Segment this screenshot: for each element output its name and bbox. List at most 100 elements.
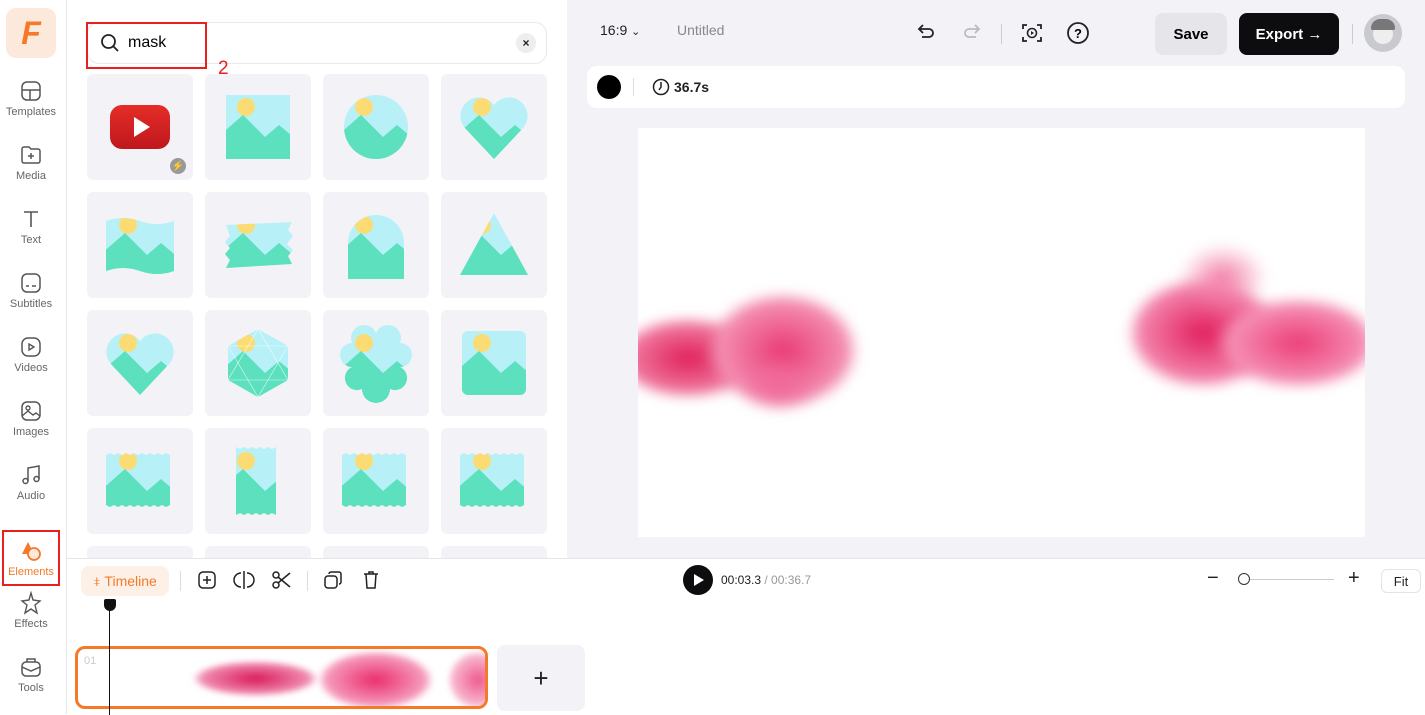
element-tile-youtube[interactable]: ⚡ — [87, 74, 193, 180]
elements-panel: × ⚡ — [67, 0, 567, 558]
avatar[interactable] — [1364, 14, 1402, 52]
elements-grid: ⚡ — [87, 74, 547, 558]
video-clip[interactable]: 01 — [75, 646, 488, 709]
project-title[interactable]: Untitled — [677, 22, 724, 38]
zoom-slider[interactable] — [1237, 573, 1334, 585]
premium-badge-icon: ⚡ — [170, 158, 186, 174]
brush-mask-icon — [225, 222, 293, 268]
torn-tall-mask-icon — [236, 447, 276, 515]
timeline-toggle-button[interactable]: ⧧ Timeline — [81, 566, 169, 596]
sidebar-item-label: Text — [20, 233, 42, 246]
element-tile-square[interactable] — [205, 74, 311, 180]
redo-icon[interactable] — [960, 21, 984, 45]
hexagon-mask-icon — [227, 328, 289, 398]
image-icon — [21, 400, 41, 421]
timeline-label: Timeline — [104, 573, 157, 589]
split-icon[interactable] — [233, 569, 255, 591]
aspect-ratio-dropdown[interactable]: 16:9 ⌄ — [600, 22, 640, 38]
aspect-ratio-value: 16:9 — [600, 22, 628, 38]
sidebar-item-effects[interactable]: Effects — [0, 582, 62, 638]
divider — [1001, 24, 1002, 44]
heart-mask-icon — [106, 333, 174, 396]
heart-mask-icon — [460, 97, 528, 160]
add-icon[interactable] — [196, 569, 218, 591]
top-bar: 16:9 ⌄ Untitled ? Save Export → — [567, 0, 1425, 66]
folder-plus-icon — [21, 145, 41, 164]
trash-icon[interactable] — [360, 569, 382, 591]
playhead-handle[interactable] — [104, 599, 116, 611]
duration-button[interactable]: 36.7s — [652, 78, 709, 96]
chevron-down-icon: ⌄ — [631, 26, 641, 38]
toolbox-icon — [21, 657, 41, 677]
timeline-icon: ⧧ — [93, 572, 101, 589]
sidebar-item-media[interactable]: Media — [0, 134, 62, 190]
app-logo[interactable]: F — [6, 8, 56, 58]
wave-mask-icon — [106, 218, 174, 274]
sidebar-item-label: Effects — [14, 617, 48, 630]
timeline-panel: ⧧ Timeline 00:03.3 / 00:36.7 − + Fit 01 + — [67, 558, 1425, 715]
zoom-out-button[interactable]: − — [1207, 567, 1219, 590]
zoom-in-button[interactable]: + — [1348, 567, 1360, 590]
undo-icon[interactable] — [914, 21, 938, 45]
element-tile-rounded-square[interactable] — [441, 310, 547, 416]
element-tile-torn[interactable] — [323, 428, 429, 534]
sidebar-item-templates[interactable]: Templates — [0, 70, 62, 126]
playhead-line — [109, 609, 110, 715]
element-tile-square[interactable] — [87, 546, 193, 558]
annotation-2: 2 — [218, 58, 229, 79]
clear-search-button[interactable]: × — [516, 33, 536, 53]
element-tile-square[interactable] — [441, 546, 547, 558]
export-button[interactable]: Export → — [1239, 13, 1339, 55]
element-tile-torn[interactable] — [87, 428, 193, 534]
play-button[interactable] — [683, 565, 713, 595]
element-tile-wave[interactable] — [87, 192, 193, 298]
sidebar-item-elements[interactable]: Elements — [2, 530, 60, 586]
element-tile-square[interactable] — [323, 546, 429, 558]
sparkle-icon — [20, 590, 42, 615]
clip-index: 01 — [84, 655, 97, 667]
square-mask-icon — [226, 95, 290, 159]
element-tile-hexagon[interactable] — [205, 310, 311, 416]
fit-button[interactable]: Fit — [1381, 569, 1421, 593]
torn-mask-icon — [342, 453, 406, 507]
element-tile-arch[interactable] — [323, 192, 429, 298]
circle-mask-icon — [344, 95, 408, 159]
sidebar-item-images[interactable]: Images — [0, 390, 62, 446]
duration-value: 36.7s — [674, 79, 710, 95]
flower-mask-icon — [340, 324, 412, 403]
music-icon — [22, 464, 40, 484]
element-tile-brush[interactable] — [205, 192, 311, 298]
element-tile-flower[interactable] — [323, 310, 429, 416]
sidebar-item-subtitles[interactable]: Subtitles — [0, 262, 62, 318]
playback-time: 00:03.3 / 00:36.7 — [721, 573, 811, 587]
duplicate-icon[interactable] — [322, 569, 344, 591]
element-tile-square[interactable] — [205, 546, 311, 558]
help-icon[interactable]: ? — [1066, 21, 1090, 45]
sidebar-item-audio[interactable]: Audio — [0, 454, 62, 510]
layout-icon — [21, 80, 41, 101]
zoom-slider-handle[interactable] — [1237, 573, 1250, 585]
save-button[interactable]: Save — [1155, 13, 1227, 55]
sidebar-item-label: Videos — [14, 361, 48, 374]
element-tile-heart[interactable] — [87, 310, 193, 416]
element-tile-heart[interactable] — [441, 74, 547, 180]
sidebar-item-label: Tools — [18, 681, 44, 694]
rounded-square-mask-icon — [462, 331, 526, 395]
element-tile-torn-tall[interactable] — [205, 428, 311, 534]
element-tile-triangle[interactable] — [441, 192, 547, 298]
element-tile-torn[interactable] — [441, 428, 547, 534]
sidebar-item-videos[interactable]: Videos — [0, 326, 62, 382]
add-clip-button[interactable]: + — [497, 645, 585, 711]
scissors-icon[interactable] — [271, 569, 293, 591]
arch-mask-icon — [348, 215, 404, 279]
element-tile-circle[interactable] — [323, 74, 429, 180]
total-time: / 00:36.7 — [764, 573, 812, 587]
sidebar-item-tools[interactable]: Tools — [0, 646, 62, 702]
preview-icon[interactable] — [1020, 21, 1044, 45]
background-color-swatch[interactable] — [597, 75, 621, 99]
video-canvas[interactable] — [638, 128, 1365, 537]
sidebar-item-text[interactable]: Text — [0, 198, 62, 254]
text-icon — [24, 210, 38, 227]
divider — [633, 78, 634, 96]
sidebar: F Templates Media Text Subtitles Videos Image… — [0, 0, 67, 714]
